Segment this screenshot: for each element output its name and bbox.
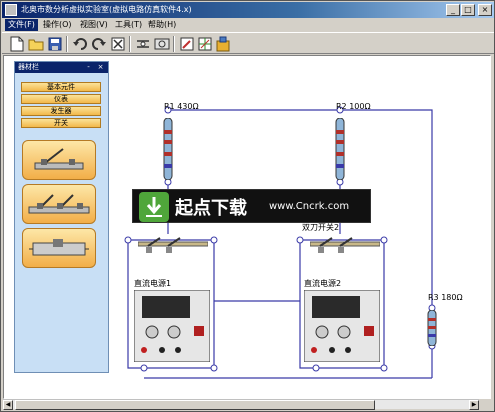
resistor-r2[interactable] (332, 118, 348, 180)
wire-icon[interactable] (134, 35, 152, 53)
category-meters[interactable]: 仪表 (21, 94, 101, 104)
menu-view[interactable]: 视图(V) (77, 19, 111, 31)
switch-2[interactable] (310, 236, 380, 256)
menu-tools[interactable]: 工具(T) (112, 19, 145, 31)
double-switch-component[interactable] (22, 184, 96, 224)
resize-grip-icon[interactable] (481, 399, 492, 410)
banner-text: 起点下载 (175, 198, 247, 219)
panel-close-button[interactable]: × (96, 63, 105, 72)
maximize-button[interactable]: □ (461, 4, 475, 16)
horizontal-scrollbar[interactable]: ◀ ▶ (3, 399, 479, 410)
lever-switch-component[interactable] (22, 140, 96, 180)
equipment-panel: 器材栏 - × 基本元件 仪表 发生器 开关 (14, 61, 109, 373)
scroll-right-icon[interactable]: ▶ (469, 400, 479, 410)
close-button[interactable]: × (478, 4, 492, 16)
resistor-r3[interactable] (424, 310, 440, 346)
menu-file[interactable]: 文件(F) (5, 19, 38, 31)
app-window: 北奥市数分析虚拟实验室(虚拟电路仿真软件4.x) _ □ × 文件(F) 操作(… (0, 0, 495, 412)
title-bar[interactable]: 北奥市数分析虚拟实验室(虚拟电路仿真软件4.x) _ □ × (2, 2, 494, 18)
psu-1[interactable] (134, 290, 210, 362)
menu-operate[interactable]: 操作(O) (40, 19, 75, 31)
menu-help[interactable]: 帮助(H) (145, 19, 179, 31)
delete-icon[interactable] (109, 35, 127, 53)
edit-icon[interactable] (178, 35, 196, 53)
redo-icon[interactable] (90, 35, 108, 53)
category-generators[interactable]: 发生器 (21, 106, 101, 116)
r1-label: R1 430Ω (164, 102, 199, 111)
app-icon (5, 4, 17, 16)
psu-2[interactable] (304, 290, 380, 362)
resistor-r1[interactable] (160, 118, 176, 180)
panel-title[interactable]: 器材栏 - × (15, 62, 108, 73)
r3-label: R3 180Ω (428, 293, 463, 302)
minimize-button[interactable]: _ (446, 4, 460, 16)
panel-title-text: 器材栏 (18, 63, 39, 71)
new-icon[interactable] (8, 35, 26, 53)
grid-icon[interactable] (196, 35, 214, 53)
psu2-label: 直流电源2 (304, 279, 342, 288)
banner-site: www.Cncrk.com (269, 201, 350, 212)
r2-label: R2 100Ω (336, 102, 371, 111)
watermark-banner: 起点下载 www.Cncrk.com (132, 189, 371, 223)
psu1-label: 直流电源1 (134, 279, 172, 288)
category-basic[interactable]: 基本元件 (21, 82, 101, 92)
switch-1[interactable] (138, 236, 208, 256)
window-title: 北奥市数分析虚拟实验室(虚拟电路仿真软件4.x) (21, 5, 192, 14)
save-icon[interactable] (46, 35, 64, 53)
scroll-left-icon[interactable]: ◀ (3, 400, 13, 410)
package-icon[interactable] (214, 35, 232, 53)
scroll-thumb[interactable] (15, 400, 375, 410)
download-icon (139, 192, 169, 222)
slide-rheostat-component[interactable] (22, 228, 96, 268)
switch2-label: 双刀开关2 (302, 223, 340, 232)
category-switches[interactable]: 开关 (21, 118, 101, 128)
open-icon[interactable] (27, 35, 45, 53)
panel-minimize-button[interactable]: - (84, 63, 93, 72)
settings-icon[interactable] (153, 35, 171, 53)
menu-bar: 文件(F) 操作(O) 视图(V) 工具(T) 帮助(H) (2, 18, 494, 32)
undo-icon[interactable] (71, 35, 89, 53)
toolbar (2, 32, 494, 54)
